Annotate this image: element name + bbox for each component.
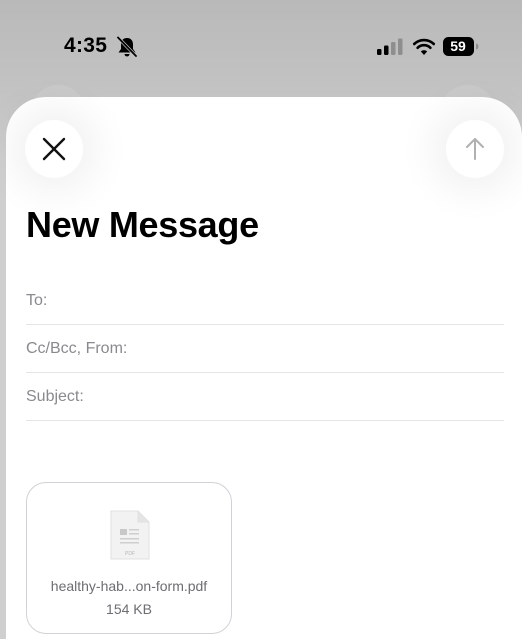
close-icon <box>42 137 66 161</box>
to-field-label: To: <box>26 292 48 309</box>
cc-bcc-from-field[interactable]: Cc/Bcc, From: <box>26 325 504 373</box>
cc-bcc-from-label: Cc/Bcc, From: <box>26 340 128 357</box>
bell-slash-icon <box>116 36 138 58</box>
subject-field-label: Subject: <box>26 388 84 405</box>
send-button[interactable] <box>446 120 504 178</box>
close-button[interactable] <box>25 120 83 178</box>
signal-bars-icon <box>377 38 403 55</box>
wifi-icon <box>412 38 436 55</box>
status-bar: 4:35 59 <box>0 0 522 95</box>
status-time: 4:35 <box>64 34 108 57</box>
send-arrow-up-icon <box>466 138 484 160</box>
to-field[interactable]: To: <box>26 277 504 325</box>
attachment-filename: healthy-hab...on-form.pdf <box>50 578 208 594</box>
pdf-file-icon: PDF <box>110 510 150 560</box>
battery-level: 59 <box>450 38 466 54</box>
attachment-card[interactable]: PDF healthy-hab...on-form.pdf 154 KB <box>26 482 232 634</box>
svg-text:PDF: PDF <box>125 551 135 557</box>
page-title: New Message <box>26 204 259 245</box>
attachment-size: 154 KB <box>106 601 152 617</box>
subject-field[interactable]: Subject: <box>26 373 504 421</box>
